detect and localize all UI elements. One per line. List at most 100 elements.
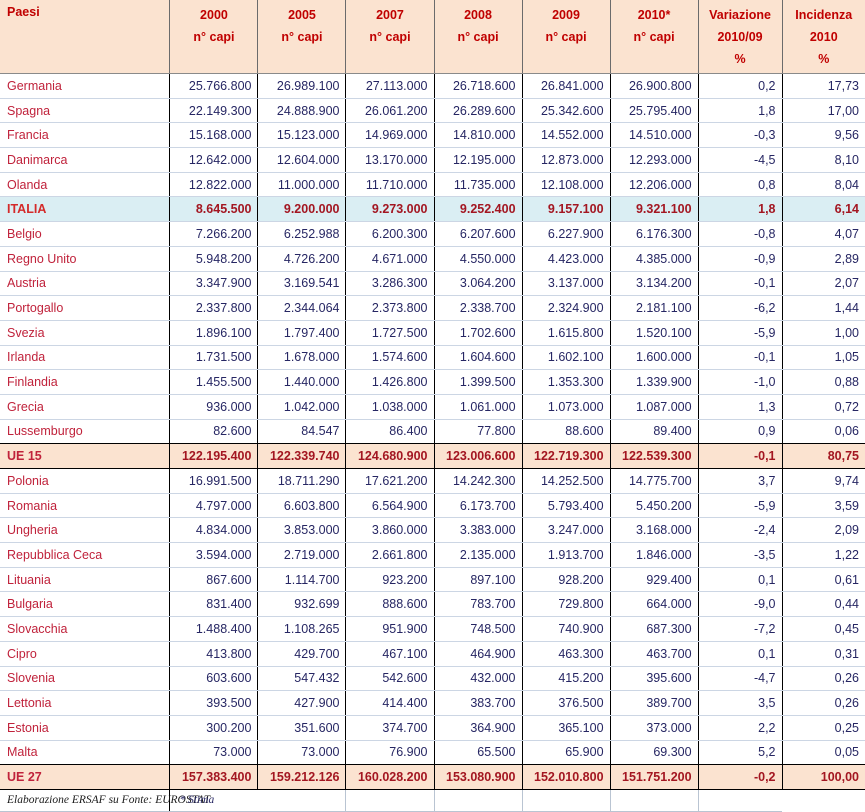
cell-2008: 6.173.700	[434, 493, 523, 519]
cell-2007: 467.100	[345, 641, 435, 667]
cell-2008: 65.500	[434, 740, 523, 766]
table-row: Repubblica Ceca 3.594.000 2.719.000 2.661.8…	[0, 542, 865, 568]
cell-2009: 65.900	[522, 740, 611, 766]
cell-2005: 1.678.000	[257, 345, 347, 371]
cell-incidenza: 17,00	[782, 98, 865, 124]
table-row: Lettonia 393.500 427.900 414.400 383.700 376.…	[0, 690, 865, 716]
cell-variazione: -0,1	[698, 271, 783, 297]
footer-blank-3	[522, 789, 611, 812]
cell-2005: 1.108.265	[257, 616, 347, 642]
column-header-2000-year: 2000	[200, 8, 228, 22]
cell-2000: 1.896.100	[169, 320, 259, 346]
table-row: Finlandia 1.455.500 1.440.000 1.426.800 1.39…	[0, 369, 865, 395]
cell-2000: 82.600	[169, 419, 259, 445]
cell-country: Ungheria	[0, 517, 171, 544]
cell-2005: 3.169.541	[257, 271, 347, 297]
table-row: ITALIA 8.645.500 9.200.000 9.273.000 9.252.4…	[0, 196, 865, 223]
column-header-2007: 2007 n° capi	[345, 0, 435, 74]
column-header-incidenza: Incidenza 2010 %	[782, 0, 865, 74]
cell-2007: 9.273.000	[345, 196, 435, 223]
cell-2007: 17.621.200	[345, 468, 435, 494]
cell-incidenza: 2,89	[782, 246, 865, 272]
cell-2000: 25.766.800	[169, 73, 259, 99]
cell-2010: 395.600	[610, 666, 699, 692]
cell-variazione: 1,8	[698, 196, 783, 223]
cell-2007: 374.700	[345, 715, 435, 741]
cell-2009: 12.873.000	[522, 147, 611, 173]
cell-2000: 4.834.000	[169, 517, 259, 544]
cell-country: Lituania	[0, 567, 171, 593]
cell-variazione: -4,5	[698, 147, 783, 173]
cell-incidenza: 0,45	[782, 616, 865, 642]
cell-2009: 5.793.400	[522, 493, 611, 519]
cell-2007: 1.727.500	[345, 320, 435, 346]
cell-2010: 122.539.300	[610, 443, 699, 469]
cell-2000: 16.991.500	[169, 468, 259, 494]
footer-note-stima: * Stima	[169, 789, 347, 812]
cell-country: Irlanda	[0, 345, 171, 371]
cell-2000: 73.000	[169, 740, 259, 766]
column-header-2005: 2005 n° capi	[257, 0, 347, 74]
cell-2007: 76.900	[345, 740, 435, 766]
cell-2009: 365.100	[522, 715, 611, 741]
cell-2005: 2.719.000	[257, 542, 347, 568]
table-row: Francia 15.168.000 15.123.000 14.969.000 14.…	[0, 122, 865, 149]
cell-2010: 1.087.000	[610, 394, 699, 420]
cell-incidenza: 0,88	[782, 369, 865, 395]
cell-2007: 3.860.000	[345, 517, 435, 544]
cell-2000: 1.488.400	[169, 616, 259, 642]
column-header-2008-unit: n° capi	[457, 29, 499, 44]
cell-2010: 389.700	[610, 690, 699, 716]
table-footer: Elaborazione ERSAF su Fonte: EUROSTAT * …	[0, 789, 865, 812]
cell-2009: 1.615.800	[522, 320, 611, 346]
cell-2005: 24.888.900	[257, 98, 347, 124]
cell-2000: 867.600	[169, 567, 259, 593]
cell-2009: 1.073.000	[522, 394, 611, 420]
cell-2000: 22.149.300	[169, 98, 259, 124]
cell-incidenza: 2,09	[782, 517, 865, 544]
cell-2009: 88.600	[522, 419, 611, 445]
cell-incidenza: 2,07	[782, 271, 865, 297]
cell-2005: 12.604.000	[257, 147, 347, 173]
footer-row: Elaborazione ERSAF su Fonte: EUROSTAT * …	[0, 789, 865, 812]
cell-2009: 2.324.900	[522, 295, 611, 321]
cell-2009: 26.841.000	[522, 73, 611, 99]
column-header-2007-year: 2007	[376, 8, 404, 22]
cell-country: Slovenia	[0, 666, 171, 692]
table-header: Paesi 2000 n° capi 2005 n° capi 2007 n° …	[0, 0, 865, 74]
cell-2008: 1.399.500	[434, 369, 523, 395]
cell-2009: 122.719.300	[522, 443, 611, 469]
cell-variazione: 1,8	[698, 98, 783, 124]
column-header-2009: 2009 n° capi	[522, 0, 611, 74]
table-row: Danimarca 12.642.000 12.604.000 13.170.000 1…	[0, 147, 865, 173]
cell-2009: 928.200	[522, 567, 611, 593]
footer-blank-5	[698, 789, 783, 812]
cell-2000: 831.400	[169, 591, 259, 618]
cell-2000: 603.600	[169, 666, 259, 692]
cell-2008: 77.800	[434, 419, 523, 445]
cell-incidenza: 0,06	[782, 419, 865, 445]
cell-2009: 25.342.600	[522, 98, 611, 124]
cell-2009: 415.200	[522, 666, 611, 692]
cell-variazione: -6,2	[698, 295, 783, 321]
cell-2008: 383.700	[434, 690, 523, 716]
cell-incidenza: 3,59	[782, 493, 865, 519]
cell-2008: 26.289.600	[434, 98, 523, 124]
cell-country: Bulgaria	[0, 591, 171, 618]
cell-incidenza: 9,56	[782, 122, 865, 149]
cell-2009: 12.108.000	[522, 172, 611, 198]
table-container: Paesi 2000 n° capi 2005 n° capi 2007 n° …	[0, 0, 865, 812]
cell-country: Austria	[0, 271, 171, 297]
cell-2010: 1.846.000	[610, 542, 699, 568]
column-header-2005-year: 2005	[288, 8, 316, 22]
cell-2010: 14.775.700	[610, 468, 699, 494]
cell-2000: 4.797.000	[169, 493, 259, 519]
table-row: Cipro 413.800 429.700 467.100 464.900 463.300…	[0, 641, 865, 667]
cell-2007: 414.400	[345, 690, 435, 716]
cell-2007: 1.038.000	[345, 394, 435, 420]
cell-2007: 542.600	[345, 666, 435, 692]
table-row: Austria 3.347.900 3.169.541 3.286.300 3.064.…	[0, 271, 865, 297]
header-row: Paesi 2000 n° capi 2005 n° capi 2007 n° …	[0, 0, 865, 74]
cell-2007: 3.286.300	[345, 271, 435, 297]
cell-country: Spagna	[0, 98, 171, 124]
